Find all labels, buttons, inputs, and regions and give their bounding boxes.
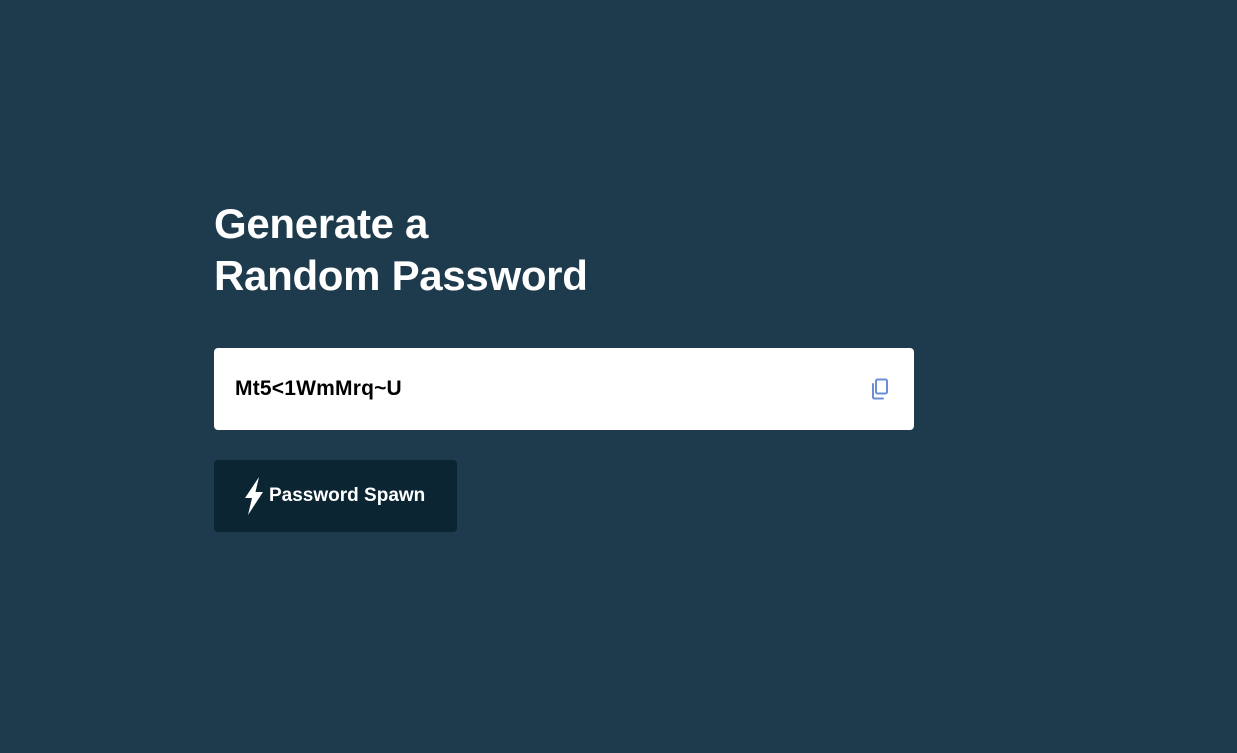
lightning-bolt-icon: [240, 476, 266, 516]
password-generator: Generate a Random Password Mt5<1WmMrq~U …: [214, 198, 914, 532]
copy-button[interactable]: [868, 377, 892, 401]
copy-icon: [872, 378, 888, 400]
page-title-line-1: Generate a: [214, 200, 429, 247]
password-output-box: Mt5<1WmMrq~U: [214, 348, 914, 430]
page-title: Generate a Random Password: [214, 198, 914, 302]
page-title-line-2: Random Password: [214, 252, 588, 299]
generate-password-button[interactable]: Password Spawn: [214, 460, 457, 532]
password-output-text[interactable]: Mt5<1WmMrq~U: [235, 375, 402, 403]
generate-button-label: Password Spawn: [269, 485, 426, 506]
